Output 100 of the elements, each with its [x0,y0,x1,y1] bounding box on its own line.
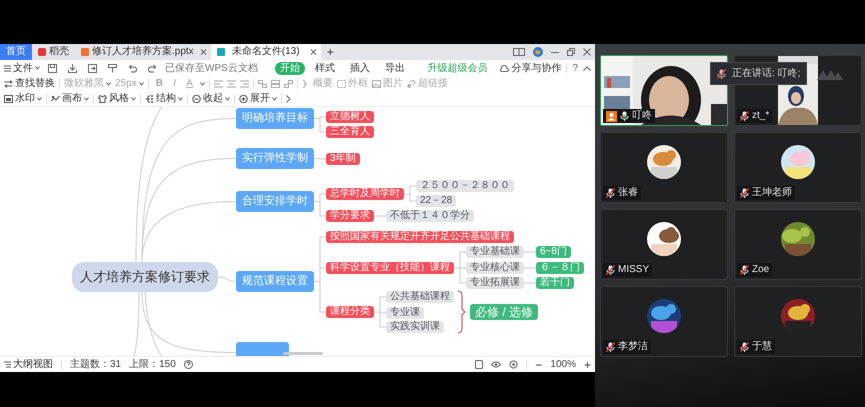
microphone-muted-icon[interactable] [606,265,615,275]
caret-icon [178,96,183,100]
find-replace-button[interactable]: 查找替换 [4,76,55,91]
connector-line [134,292,140,356]
subtopic-node[interactable]: 3年制 [326,153,360,165]
participant-name: 王坤老师 [752,187,792,199]
document-tab[interactable]: 首页 [0,44,32,60]
summary-brace [458,290,466,334]
participant-name: MISSY [618,264,650,276]
help-button[interactable]: ? [572,60,578,76]
toolbar-button[interactable]: 收起 [192,91,230,106]
microphone-icon[interactable] [620,111,629,121]
subtopic-node[interactable]: 课程分类 [326,306,374,318]
save-icon[interactable] [48,64,57,72]
limit-text: 上限：150 [129,358,176,372]
detail-node[interactable]: 不低于１４０学分 [386,210,474,222]
mobile-view-icon[interactable] [475,360,484,369]
detail-node[interactable]: 专业核心课 [466,262,524,274]
connector-line [524,282,536,284]
close-icon[interactable] [583,48,591,56]
canvas-icon [51,94,60,102]
toolbar-button[interactable]: 结构 [145,91,183,106]
outline-view-button[interactable]: 大纲视图 [4,357,53,372]
find-replace-icon [4,80,13,88]
microphone-muted-icon [717,68,726,78]
caret-icon [35,66,40,70]
export-icon[interactable] [88,64,97,72]
ribbon-tab[interactable]: 插入 [344,62,375,74]
subtopic-node[interactable]: 立德树人 [326,111,374,123]
expand-icon [239,94,248,102]
toolbar-button[interactable]: 水印 [4,91,42,106]
caret-icon [37,96,42,100]
format-painter-icon[interactable] [108,64,117,72]
zoom-out-button[interactable]: − [535,356,542,374]
detail-node[interactable]: 22－28 [416,195,456,207]
ribbon-tab[interactable]: 导出 [380,62,410,74]
caret-icon [131,96,136,100]
flame-icon [38,48,46,56]
scrollbar[interactable] [283,352,323,355]
image-icon [372,80,381,88]
caret-icon [225,96,230,100]
help-icon[interactable] [184,360,193,369]
caret-icon [272,96,277,100]
menu-icon [4,64,11,72]
file-icon [216,48,225,56]
download-icon[interactable] [68,64,77,72]
toolbar-button[interactable]: 画布 [51,91,89,106]
layout-icon[interactable] [513,48,525,56]
zoom-in-button[interactable]: + [584,356,591,374]
speaking-text: 正在讲话: 叮咚; [732,66,800,81]
save-status-text: 已保存至WPS云文档 [165,62,258,76]
outline-icon [4,361,11,368]
undo-icon[interactable] [128,64,137,72]
structure-icon [145,94,154,102]
file-menu[interactable]: 文件 [4,60,40,76]
subtopic-node[interactable]: 总学时及周学时 [326,188,404,200]
restore-icon[interactable] [567,48,575,56]
logo-icon [817,68,843,80]
participant-name: 张睿 [618,187,638,199]
connector-line [218,276,236,282]
microphone-muted-icon[interactable] [740,265,749,275]
topic-count-text: 主题数：31 [70,358,122,372]
locate-icon[interactable] [509,360,518,369]
participant-name: 于慧 [752,341,772,353]
link-icon [406,80,416,88]
detail-node[interactable]: 专业拓展课 [466,277,524,289]
shirt-icon [98,94,107,102]
subtopic-node[interactable]: 三全育人 [326,126,374,138]
toolbar-button[interactable]: 风格 [98,91,136,106]
detail-node[interactable]: 专业课 [386,307,424,319]
toolbar-button[interactable]: 展开 [239,91,277,106]
detail-node[interactable]: 公共基础课程 [386,291,454,303]
subtopic-node[interactable]: 按照国家有关规定开齐开足公共基础课程 [326,231,514,243]
zoom-level-text: 100% [550,358,576,372]
cloud-icon [500,64,510,72]
subtopic-node[interactable]: 学分要求 [326,210,374,222]
detail-node[interactable]: 专业基础课 [466,246,524,258]
ribbon-tab[interactable]: 样式 [310,62,340,74]
subtopic-node[interactable]: 科学设置专业（技能）课程 [326,262,454,274]
document-tab[interactable]: 稻壳 [32,44,75,60]
microphone-muted-icon[interactable] [740,111,749,121]
microphone-muted-icon[interactable] [740,188,749,198]
share-button[interactable]: 分享与协作 [500,60,562,76]
detail-node[interactable]: ２５００－２８００ [416,180,514,192]
globe-icon[interactable] [533,47,543,57]
microphone-muted-icon[interactable] [740,342,749,352]
collapse-ribbon-icon[interactable] [583,66,591,70]
document-tab[interactable]: 未命名文件(13) [210,44,321,60]
eye-icon[interactable] [491,361,502,368]
central-topic[interactable]: 人才培养方案修订要求 [72,262,218,292]
participant-name: 李梦洁 [618,341,648,353]
microphone-muted-icon[interactable] [606,188,615,198]
scroll-right-icon[interactable] [286,94,291,102]
microphone-muted-icon[interactable] [606,342,615,352]
new-tab-button[interactable]: + [320,44,340,60]
detail-node[interactable]: 实践实训课 [386,321,444,333]
upgrade-link[interactable]: 升级超级会员 [427,60,488,76]
participant-name: 叮咚 [632,110,652,122]
document-tab[interactable]: 修订人才培养方案.pptx [75,44,211,60]
redo-icon[interactable] [148,64,157,72]
